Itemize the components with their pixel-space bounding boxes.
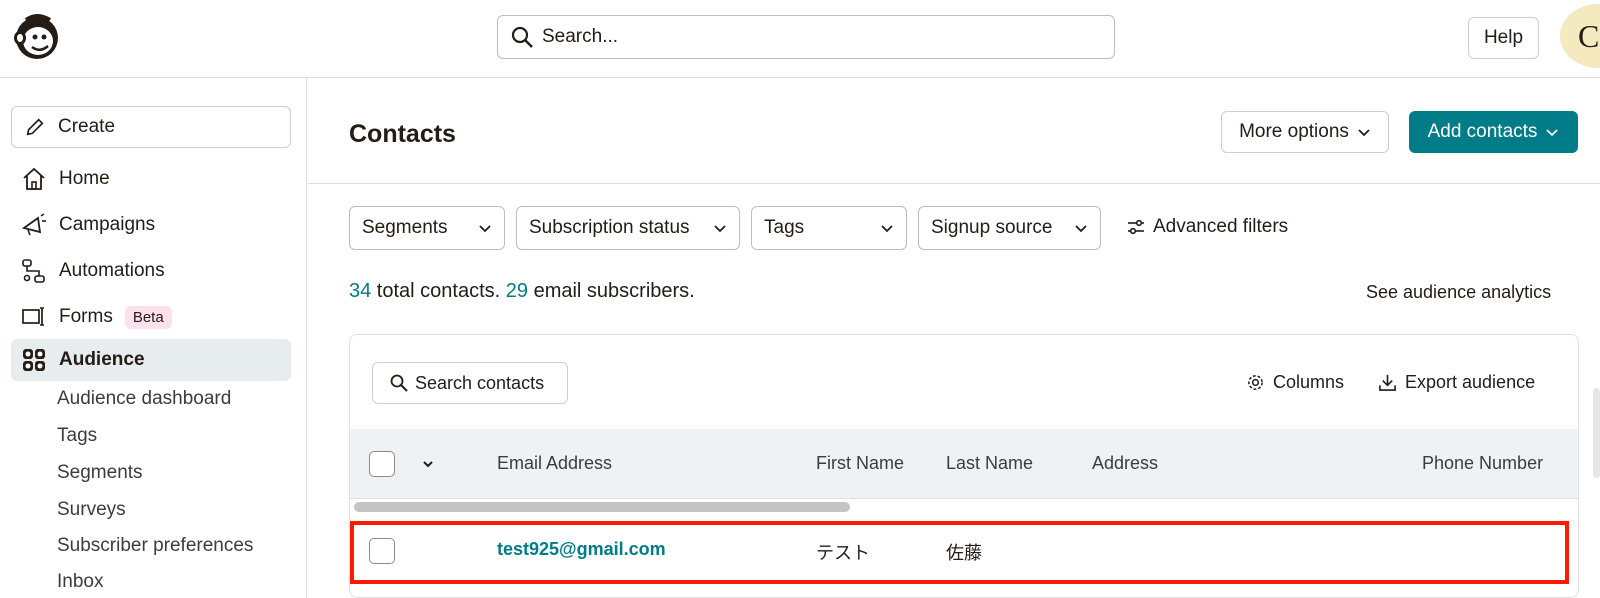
sidebar-subitem-surveys[interactable]: Surveys: [57, 499, 126, 521]
chevron-down-icon: [1546, 129, 1559, 137]
summary-text: total contacts.: [371, 280, 506, 302]
vertical-scrollbar[interactable]: [1593, 388, 1600, 478]
contact-email-link[interactable]: test925@gmail.com: [497, 539, 666, 560]
columns-button[interactable]: Columns: [1246, 372, 1344, 393]
contact-last-name: 佐藤: [946, 543, 982, 563]
filter-label: Subscription status: [529, 217, 690, 238]
gear-icon: [1248, 375, 1263, 390]
avatar-initial: C: [1578, 18, 1600, 54]
sidebar-item-audience[interactable]: Audience: [11, 339, 291, 381]
megaphone-icon: [21, 213, 46, 236]
search-icon: [390, 374, 408, 392]
filter-label: Tags: [764, 217, 805, 238]
more-options-label: More options: [1239, 121, 1349, 142]
signup-source-filter-dropdown[interactable]: Signup source: [918, 206, 1101, 250]
chevron-down-icon: [714, 225, 726, 233]
search-contacts-label: Search contacts: [415, 372, 545, 393]
sidebar-item-label: Campaigns: [59, 214, 156, 235]
columns-label: Columns: [1273, 372, 1345, 392]
avatar[interactable]: C: [1560, 4, 1600, 68]
select-all-checkbox[interactable]: [369, 451, 395, 477]
filter-label: Signup source: [931, 217, 1053, 238]
search-icon: [511, 26, 533, 48]
sidebar-item-forms[interactable]: Forms Beta: [11, 297, 291, 337]
horizontal-scrollbar[interactable]: [354, 502, 850, 512]
add-contacts-button[interactable]: Add contacts: [1409, 111, 1578, 153]
tags-filter-dropdown[interactable]: Tags: [751, 206, 907, 250]
column-header-first-name[interactable]: First Name: [816, 453, 904, 474]
contacts-table-card: Search contacts Columns Export audience …: [349, 334, 1579, 598]
sliders-icon: [1128, 219, 1144, 235]
sidebar-subitem-tags[interactable]: Tags: [57, 425, 97, 447]
search-placeholder: Search...: [542, 26, 619, 47]
sidebar-subitem-subscriber-preferences[interactable]: Subscriber preferences: [57, 535, 253, 557]
beta-badge: Beta: [124, 305, 172, 329]
sidebar-item-label: Home: [59, 168, 110, 189]
filter-label: Segments: [362, 217, 448, 238]
mailchimp-logo-icon[interactable]: [10, 10, 62, 62]
sidebar: Create Home Campaigns Automations Forms …: [0, 78, 307, 598]
sidebar-item-campaigns[interactable]: Campaigns: [11, 205, 291, 245]
table-header-row: Email Address First Name Last Name Addre…: [350, 429, 1578, 499]
sidebar-subitem-segments[interactable]: Segments: [57, 462, 143, 484]
advanced-filters-label: Advanced filters: [1153, 216, 1289, 237]
sidebar-subitem-inbox[interactable]: Inbox: [57, 571, 103, 593]
chevron-down-icon: [1358, 129, 1370, 137]
download-icon: [1379, 374, 1396, 391]
search-contacts-button[interactable]: Search contacts: [372, 362, 568, 404]
chevron-down-icon: [881, 225, 893, 233]
sidebar-item-automations[interactable]: Automations: [11, 251, 291, 291]
top-bar: Search... Help C: [0, 0, 1600, 78]
sidebar-item-label: Forms: [59, 306, 113, 327]
audience-icon: [23, 349, 45, 371]
form-icon: [22, 307, 44, 326]
table-row[interactable]: test925@gmail.com テスト 佐藤: [350, 521, 1578, 581]
export-audience-button[interactable]: Export audience: [1378, 372, 1535, 393]
row-checkbox[interactable]: [369, 538, 395, 564]
sidebar-item-label: Audience: [59, 349, 145, 370]
sidebar-item-label: Automations: [59, 260, 165, 281]
subscription-status-filter-dropdown[interactable]: Subscription status: [516, 206, 740, 250]
automation-icon: [22, 259, 45, 283]
create-label: Create: [58, 116, 116, 137]
column-header-last-name[interactable]: Last Name: [946, 453, 1033, 474]
column-header-email[interactable]: Email Address: [497, 453, 612, 474]
page-title: Contacts: [349, 120, 456, 148]
contact-first-name: テスト: [816, 543, 870, 563]
sidebar-subitem-audience-dashboard[interactable]: Audience dashboard: [57, 388, 231, 410]
total-contacts-count[interactable]: 34: [349, 280, 371, 302]
help-button[interactable]: Help: [1468, 17, 1539, 59]
create-button[interactable]: Create: [11, 106, 291, 148]
column-header-address[interactable]: Address: [1092, 453, 1158, 474]
chevron-down-icon: [1075, 225, 1087, 233]
export-audience-label: Export audience: [1405, 372, 1536, 392]
pencil-icon: [26, 118, 44, 136]
column-header-phone-number[interactable]: Phone Number: [1422, 453, 1543, 474]
global-search-input[interactable]: Search...: [497, 15, 1115, 59]
add-contacts-label: Add contacts: [1427, 121, 1538, 142]
chevron-down-icon[interactable]: [422, 458, 434, 470]
contacts-summary: 34 total contacts. 29 email subscribers.: [349, 280, 695, 303]
audience-analytics-link[interactable]: See audience analytics: [1366, 282, 1551, 303]
advanced-filters-button[interactable]: Advanced filters: [1127, 216, 1288, 238]
summary-text: email subscribers.: [528, 280, 695, 302]
more-options-button[interactable]: More options: [1221, 111, 1389, 153]
page-header: Contacts More options Add contacts: [308, 78, 1600, 184]
segments-filter-dropdown[interactable]: Segments: [349, 206, 505, 250]
sidebar-item-home[interactable]: Home: [11, 159, 291, 199]
chevron-down-icon: [479, 225, 491, 233]
home-icon: [23, 167, 45, 190]
email-subscribers-count[interactable]: 29: [506, 280, 528, 302]
